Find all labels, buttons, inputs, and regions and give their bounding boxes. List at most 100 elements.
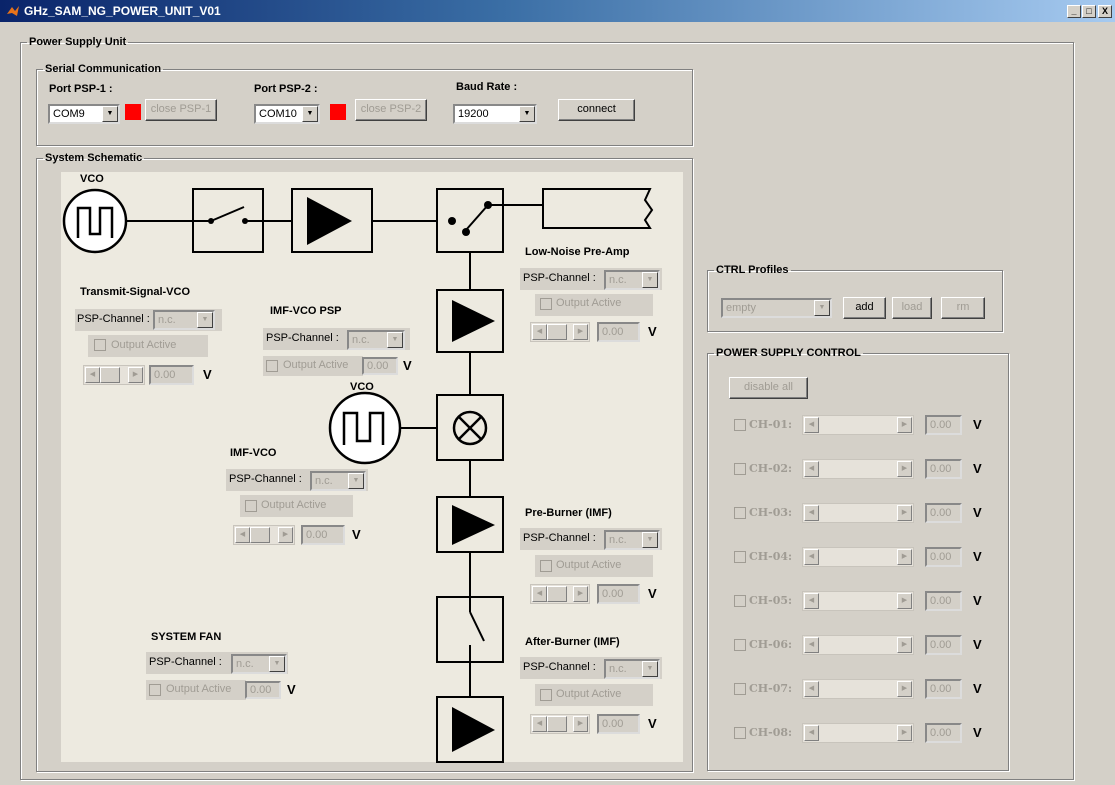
amplifier-icon xyxy=(436,289,504,353)
channel-slider[interactable]: ◀ ▶ xyxy=(802,723,914,743)
transmit-vco-channel-label: PSP-Channel : xyxy=(77,313,150,325)
channel-slider[interactable]: ◀ ▶ xyxy=(802,503,914,523)
arrow-right-icon: ▶ xyxy=(573,716,588,732)
arrow-right-icon: ▶ xyxy=(897,637,912,653)
chevron-down-icon: ▼ xyxy=(642,661,658,677)
channel-enable-checkbox[interactable] xyxy=(734,463,746,475)
channel-slider[interactable]: ◀ ▶ xyxy=(802,591,914,611)
channel-voltage[interactable]: 0.00 xyxy=(925,723,962,743)
volt-unit: V xyxy=(648,716,657,731)
system-fan-channel-select[interactable]: n.c. ▼ xyxy=(231,654,287,674)
arrow-right-icon: ▶ xyxy=(128,367,143,383)
slider-thumb[interactable] xyxy=(547,586,567,602)
imf-vco-channel-label: PSP-Channel : xyxy=(229,473,302,485)
volt-unit: V xyxy=(973,637,982,652)
channel-voltage[interactable]: 0.00 xyxy=(925,635,962,655)
lna-output-checkbox[interactable] xyxy=(540,298,552,310)
channel-label: CH-04: xyxy=(749,550,793,563)
lna-voltage[interactable]: 0.00 xyxy=(597,322,640,342)
volt-unit: V xyxy=(403,358,412,373)
channel-voltage[interactable]: 0.00 xyxy=(925,547,962,567)
arrow-right-icon: ▶ xyxy=(573,324,588,340)
channel-value: n.c. xyxy=(609,663,627,675)
after-burner-slider[interactable]: ◀ ▶ xyxy=(530,714,590,734)
imf-vco-psp-channel-select[interactable]: n.c. ▼ xyxy=(347,330,405,350)
load-profile-button[interactable]: load xyxy=(892,297,932,319)
lna-channel-select[interactable]: n.c. ▼ xyxy=(604,270,660,290)
arrow-left-icon: ◀ xyxy=(804,681,819,697)
channel-slider[interactable]: ◀ ▶ xyxy=(802,459,914,479)
output-active-label: Output Active xyxy=(261,499,327,511)
profile-select[interactable]: empty ▼ xyxy=(721,298,832,318)
rm-profile-button[interactable]: rm xyxy=(941,297,985,319)
transmit-vco-channel-select[interactable]: n.c. ▼ xyxy=(153,310,215,330)
channel-label: CH-08: xyxy=(749,726,793,739)
arrow-left-icon: ◀ xyxy=(804,417,819,433)
arrow-right-icon: ▶ xyxy=(573,586,588,602)
arrow-left-icon: ◀ xyxy=(804,593,819,609)
channel-value: n.c. xyxy=(236,658,254,670)
pre-burner-channel-select[interactable]: n.c. ▼ xyxy=(604,530,660,550)
channel-value: n.c. xyxy=(352,334,370,346)
channel-slider[interactable]: ◀ ▶ xyxy=(802,415,914,435)
channel-enable-checkbox[interactable] xyxy=(734,419,746,431)
output-active-label: Output Active xyxy=(283,359,349,371)
transmit-vco-output-checkbox[interactable] xyxy=(94,339,106,351)
channel-enable-checkbox[interactable] xyxy=(734,683,746,695)
channel-slider[interactable]: ◀ ▶ xyxy=(802,635,914,655)
channel-enable-checkbox[interactable] xyxy=(734,595,746,607)
amplifier-icon xyxy=(291,188,373,253)
channel-label: CH-07: xyxy=(749,682,793,695)
channel-voltage[interactable]: 0.00 xyxy=(925,415,962,435)
channel-voltage[interactable]: 0.00 xyxy=(925,503,962,523)
output-active-label: Output Active xyxy=(556,559,622,571)
after-burner-output-checkbox[interactable] xyxy=(540,689,552,701)
pre-burner-voltage[interactable]: 0.00 xyxy=(597,584,640,604)
disable-all-button[interactable]: disable all xyxy=(729,377,808,399)
volt-unit: V xyxy=(648,324,657,339)
slider-thumb[interactable] xyxy=(250,527,270,543)
chevron-down-icon: ▼ xyxy=(348,473,364,489)
power-supply-control-title: POWER SUPPLY CONTROL xyxy=(716,347,861,359)
pre-burner-slider[interactable]: ◀ ▶ xyxy=(530,584,590,604)
channel-voltage[interactable]: 0.00 xyxy=(925,459,962,479)
slider-thumb[interactable] xyxy=(547,716,567,732)
channel-voltage[interactable]: 0.00 xyxy=(925,591,962,611)
arrow-right-icon: ▶ xyxy=(897,725,912,741)
pre-burner-output-checkbox[interactable] xyxy=(540,560,552,572)
imf-vco-output-checkbox[interactable] xyxy=(245,500,257,512)
spdt-switch-icon xyxy=(436,188,543,253)
lna-channel-label: PSP-Channel : xyxy=(523,272,596,284)
channel-enable-checkbox[interactable] xyxy=(734,727,746,739)
after-burner-channel-select[interactable]: n.c. ▼ xyxy=(604,659,660,679)
slider-thumb[interactable] xyxy=(547,324,567,340)
channel-slider[interactable]: ◀ ▶ xyxy=(802,547,914,567)
channel-slider[interactable]: ◀ ▶ xyxy=(802,679,914,699)
volt-unit: V xyxy=(287,682,296,697)
system-fan-title: SYSTEM FAN xyxy=(151,631,222,643)
channel-enable-checkbox[interactable] xyxy=(734,639,746,651)
slider-thumb[interactable] xyxy=(100,367,120,383)
imf-vco-voltage[interactable]: 0.00 xyxy=(301,525,345,545)
system-fan-output-checkbox[interactable] xyxy=(149,684,161,696)
volt-unit: V xyxy=(973,681,982,696)
lna-title: Low-Noise Pre-Amp xyxy=(525,246,630,258)
vco-top-icon xyxy=(62,188,128,254)
channel-label: CH-01: xyxy=(749,418,793,431)
channel-voltage[interactable]: 0.00 xyxy=(925,679,962,699)
system-fan-voltage[interactable]: 0.00 xyxy=(245,681,281,699)
after-burner-voltage[interactable]: 0.00 xyxy=(597,714,640,734)
imf-vco-slider[interactable]: ◀ ▶ xyxy=(233,525,295,545)
channel-value: n.c. xyxy=(158,314,176,326)
imf-vco-psp-voltage[interactable]: 0.00 xyxy=(362,357,398,375)
channel-enable-checkbox[interactable] xyxy=(734,507,746,519)
imf-vco-psp-output-checkbox[interactable] xyxy=(266,360,278,372)
lna-slider[interactable]: ◀ ▶ xyxy=(530,322,590,342)
transmit-vco-slider[interactable]: ◀ ▶ xyxy=(83,365,145,385)
add-profile-button[interactable]: add xyxy=(843,297,886,319)
volt-unit: V xyxy=(973,549,982,564)
switch-icon xyxy=(192,188,264,253)
transmit-vco-voltage[interactable]: 0.00 xyxy=(149,365,194,385)
imf-vco-channel-select[interactable]: n.c. ▼ xyxy=(310,471,366,491)
channel-enable-checkbox[interactable] xyxy=(734,551,746,563)
